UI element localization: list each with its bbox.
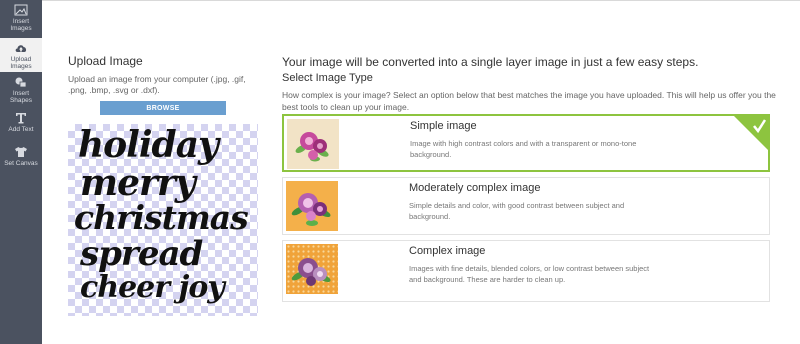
sidebar-item-label: Shapes [9,97,33,104]
section-title: Select Image Type [282,72,373,84]
upload-title: Upload Image [68,54,143,68]
option-title: Moderately complex image [409,182,541,194]
sidebar-item-label: Images [10,63,32,70]
option-description: Images with fine details, blended colors… [409,264,650,284]
option-title: Simple image [410,120,477,132]
sidebar-item-set-canvas[interactable]: Set Canvas [0,146,42,172]
sidebar-item-add-text[interactable]: Add Text [0,112,42,138]
text-icon [16,113,26,124]
left-sidebar: Insert Images Upload Images Insert Shape… [0,0,42,344]
instructions-text: How complex is your image? Select an opt… [282,90,776,112]
preview-line: christmas [74,198,249,237]
sidebar-item-label: Upload [10,56,32,63]
uploaded-image-preview: holiday merry christmas spread cheer joy [68,124,258,316]
option-simple-image[interactable]: Simple image Image with high contrast co… [282,114,770,172]
option-complex-image[interactable]: Complex image Images with fine details, … [282,240,770,302]
top-divider [42,0,800,1]
option-title: Complex image [409,245,486,257]
cloud-upload-icon [15,45,27,52]
sidebar-item-insert-shapes[interactable]: Insert Shapes [0,76,42,108]
sidebar-item-upload-images[interactable]: Upload Images [0,38,42,72]
browse-button[interactable]: BROWSE [100,101,226,115]
preview-line: spread [80,234,203,274]
page-headline: Your image will be converted into a sing… [282,55,699,69]
preview-line: holiday [78,124,219,166]
shirt-icon [15,147,27,157]
sidebar-item-label: Insert [12,18,30,25]
option-description: Simple details and color, with good cont… [409,201,625,221]
option-moderately-complex-image[interactable]: Moderately complex image Simple details … [282,177,770,235]
complex-image-thumbnail [286,244,338,294]
checkmark-icon [732,114,770,152]
sidebar-item-label: Images [10,25,32,32]
image-icon [14,4,28,16]
sidebar-item-label: Insert [12,90,30,97]
sidebar-item-label: Add Text [8,126,34,133]
sidebar-item-insert-images[interactable]: Insert Images [0,4,42,38]
simple-image-thumbnail [287,119,339,169]
preview-line: cheer joy [80,270,225,305]
shapes-icon [15,77,27,88]
upload-description: Upload an image from your computer (.jpg… [68,74,246,95]
moderately-complex-image-thumbnail [286,181,338,231]
option-description: Image with high contrast colors and with… [410,139,637,159]
sidebar-item-label: Set Canvas [4,160,38,167]
